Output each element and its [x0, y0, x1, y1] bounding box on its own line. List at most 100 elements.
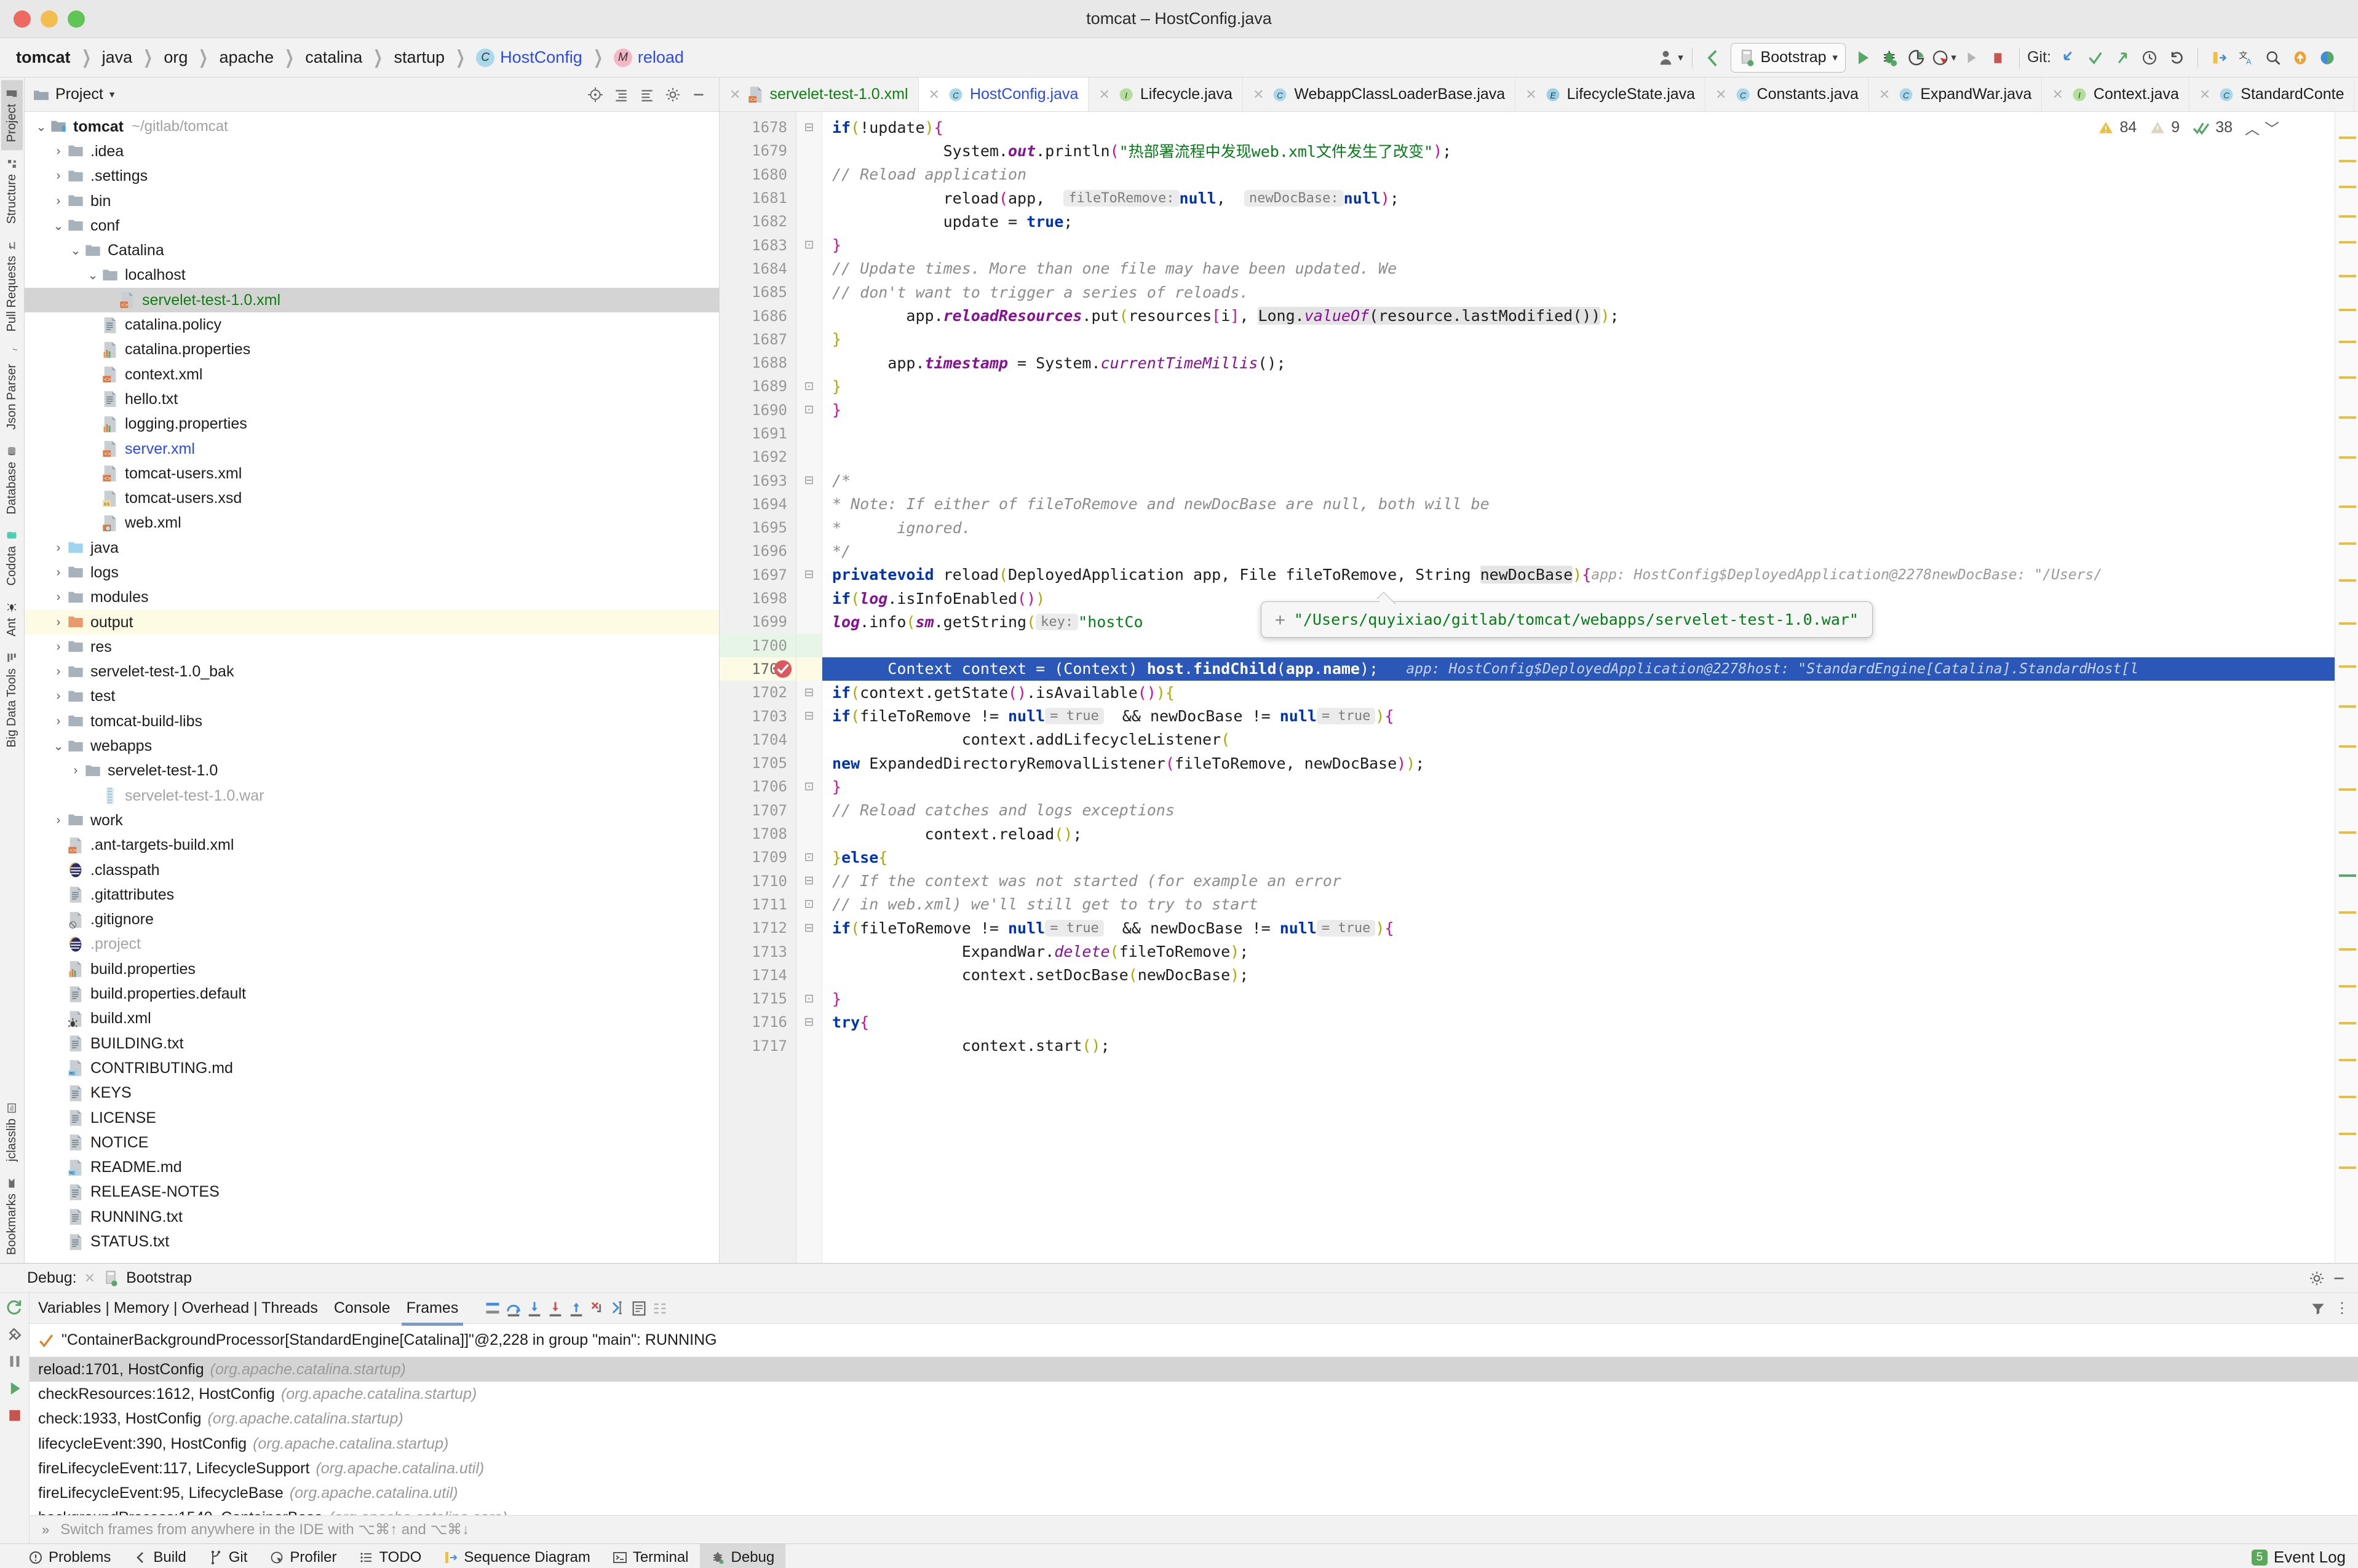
maximize-window-button[interactable] — [68, 10, 85, 28]
code-line-1708[interactable]: context.reload(); — [822, 822, 2335, 845]
tool-strip-bookmarks[interactable]: Bookmarks — [1, 1170, 23, 1263]
code-line-1689[interactable]: } — [822, 374, 2335, 398]
tree-node-conf[interactable]: ⌄ conf — [25, 213, 719, 238]
debug-side-actions[interactable] — [0, 1293, 30, 1543]
line-number[interactable]: 1713 — [720, 940, 796, 963]
close-tab-icon[interactable]: ✕ — [2199, 87, 2210, 103]
step-into-icon[interactable] — [526, 1300, 543, 1317]
settings-gear-icon[interactable] — [661, 83, 685, 106]
line-number[interactable]: 1710 — [720, 869, 796, 893]
search-icon[interactable] — [2260, 44, 2287, 72]
error-stripe-marker[interactable] — [2339, 416, 2356, 419]
tree-node-tomcat-build-libs[interactable]: › tomcat-build-libs — [25, 709, 719, 734]
tree-node-logging.properties[interactable]: logging.properties — [25, 412, 719, 437]
rerun-session-icon[interactable] — [6, 1298, 24, 1317]
error-stripe-marker[interactable] — [2339, 542, 2356, 545]
tree-node-hello.txt[interactable]: hello.txt — [25, 387, 719, 411]
breakpoint-icon[interactable] — [772, 659, 793, 679]
code-line-1715[interactable]: } — [822, 987, 2335, 1010]
close-tab-icon[interactable]: ✕ — [2052, 87, 2063, 103]
code-text[interactable]: if (!update) { System. out .println("热部署流程… — [822, 112, 2335, 1263]
chevron-down-icon[interactable]: ▾ — [1833, 52, 1838, 64]
code-folding-gutter[interactable]: ⊟ ⊡ ⊡ ⊡ ⊟ ⊟ ⊟ ⊟ ⊡ ⊡ ⊟ ⊡ ⊟ ⊡ ⊟ — [796, 112, 822, 1263]
fold-toggle-icon[interactable]: ⊡ — [796, 233, 822, 256]
fold-toggle-icon[interactable]: ⊟ — [796, 116, 822, 139]
git-rollback-icon[interactable] — [2163, 44, 2190, 72]
debug-settings-icon[interactable] — [2309, 1270, 2325, 1286]
code-line-1681[interactable]: reload(app, fileToRemove: null, newDocBa… — [822, 186, 2335, 210]
code-line-1707[interactable]: // Reload catches and logs exceptions — [822, 799, 2335, 822]
editor-tab-hostconfigjava[interactable]: ✕ C HostConfig.java — [918, 77, 1089, 111]
line-number[interactable]: 1709 — [720, 845, 796, 869]
line-number[interactable]: 1692 — [720, 445, 796, 469]
tree-node-test[interactable]: › test — [25, 684, 719, 709]
tree-node-.settings[interactable]: › .settings — [25, 164, 719, 189]
line-number[interactable]: 1708 — [720, 822, 796, 845]
line-number[interactable]: 1714 — [720, 964, 796, 987]
tree-expander-icon[interactable]: › — [50, 689, 66, 703]
tree-node-java[interactable]: › java — [25, 536, 719, 560]
collapse-all-icon[interactable] — [635, 83, 659, 106]
line-number[interactable]: 1696 — [720, 539, 796, 563]
code-line-1704[interactable]: context.addLifecycleListener( — [822, 728, 2335, 751]
stop-icon[interactable] — [1985, 44, 2012, 72]
line-number[interactable]: 1694 — [720, 493, 796, 516]
code-line-1709[interactable]: } else { — [822, 845, 2335, 869]
fold-toggle-icon[interactable]: ⊟ — [796, 916, 822, 940]
stack-frame-row[interactable]: reload:1701, HostConfig (org.apache.catal… — [30, 1357, 2358, 1382]
tool-strip-structure[interactable]: Structure — [1, 150, 23, 232]
tree-node-context.xml[interactable]: <> context.xml — [25, 362, 719, 387]
git-push-icon[interactable] — [2109, 44, 2136, 72]
force-step-into-icon[interactable] — [547, 1300, 564, 1317]
code-line-1692[interactable] — [822, 445, 2335, 469]
tree-node-servelet-test-1.0bak[interactable]: › servelet-test-1.0_bak — [25, 660, 719, 684]
editor-tab-bar[interactable]: ✕ <> servelet-test-1.0.xml ✕ C HostConfig.jav… — [720, 77, 2358, 112]
code-line-1713[interactable]: ExpandWar. delete(fileToRemove); — [822, 940, 2335, 963]
tree-expander-icon[interactable]: › — [50, 566, 66, 580]
close-debug-session-icon[interactable]: ✕ — [84, 1270, 95, 1286]
code-line-1710[interactable]: // If the context was not started (for e… — [822, 869, 2335, 893]
error-stripe-marker[interactable] — [2339, 309, 2356, 311]
tree-node-tomcat-users.xml[interactable]: <> tomcat-users.xml — [25, 461, 719, 486]
tree-node-.ant-targets-build.xml[interactable]: <> .ant-targets-build.xml — [25, 833, 719, 858]
frames-list[interactable]: reload:1701, HostConfig (org.apache.catal… — [30, 1357, 2358, 1515]
line-number[interactable]: 1700 — [720, 633, 796, 657]
tool-strip-json-parser[interactable]: Json Parser {} — [1, 340, 23, 438]
step-out-icon[interactable] — [568, 1300, 585, 1317]
error-stripe-marker[interactable] — [2339, 275, 2356, 277]
line-number[interactable]: 1678 — [720, 116, 796, 139]
tree-node-.project[interactable]: .project — [25, 932, 719, 957]
tooltip-expander-icon[interactable]: + — [1275, 609, 1285, 630]
debug-tab-bar[interactable]: Variables | Memory | Overhead | Threads C… — [30, 1293, 2358, 1326]
tool-strip-project[interactable]: Project — [1, 80, 23, 151]
line-number[interactable]: 1704 — [720, 728, 796, 751]
error-stripe-marker[interactable] — [2339, 705, 2356, 708]
code-line-1690[interactable]: } — [822, 398, 2335, 422]
error-stripe-marker[interactable] — [2339, 948, 2356, 951]
stack-frame-row[interactable]: lifecycleEvent:390, HostConfig (org.apach… — [30, 1431, 2358, 1456]
code-line-1693[interactable]: /* — [822, 469, 2335, 492]
fold-toggle-icon[interactable]: ⊟ — [796, 681, 822, 704]
line-number[interactable]: 1690 — [720, 398, 796, 422]
line-number[interactable]: 1683 — [720, 233, 796, 256]
breadcrumb[interactable]: tomcat ❯ java ❯ org ❯ apache ❯ catalina ❯ startup ❯… — [7, 47, 684, 68]
debug-session-name[interactable]: Bootstrap — [126, 1269, 192, 1287]
tool-window-bar[interactable]: Problems Build Git Profiler TODO Sequence Dia… — [0, 1543, 2358, 1568]
fold-toggle-icon[interactable]: ⊡ — [796, 374, 822, 398]
line-number[interactable]: 1679 — [720, 139, 796, 162]
tree-node-readme.md[interactable]: MD README.md — [25, 1155, 719, 1179]
event-log-button[interactable]: Event Log — [2274, 1548, 2346, 1567]
line-number[interactable]: 1689 — [720, 374, 796, 398]
stack-frame-row[interactable]: check:1933, HostConfig (org.apache.catali… — [30, 1407, 2358, 1431]
tree-expander-icon[interactable]: › — [50, 590, 66, 604]
close-tab-icon[interactable]: ✕ — [1525, 87, 1536, 103]
hide-panel-icon[interactable] — [687, 83, 710, 106]
error-stripe-marker[interactable] — [2339, 376, 2356, 379]
error-stripe-marker[interactable] — [2339, 1059, 2356, 1061]
expand-hint-icon[interactable]: » — [42, 1522, 49, 1538]
editor-tab-lifecyclestatejava[interactable]: ✕ E LifecycleState.java — [1515, 77, 1706, 111]
tree-expander-icon[interactable]: › — [50, 715, 66, 729]
show-execution-point-icon[interactable] — [484, 1300, 501, 1317]
run-configuration-selector[interactable]: Bootstrap ▾ — [1730, 42, 1846, 73]
breadcrumb-item-startup[interactable]: startup — [394, 48, 445, 67]
